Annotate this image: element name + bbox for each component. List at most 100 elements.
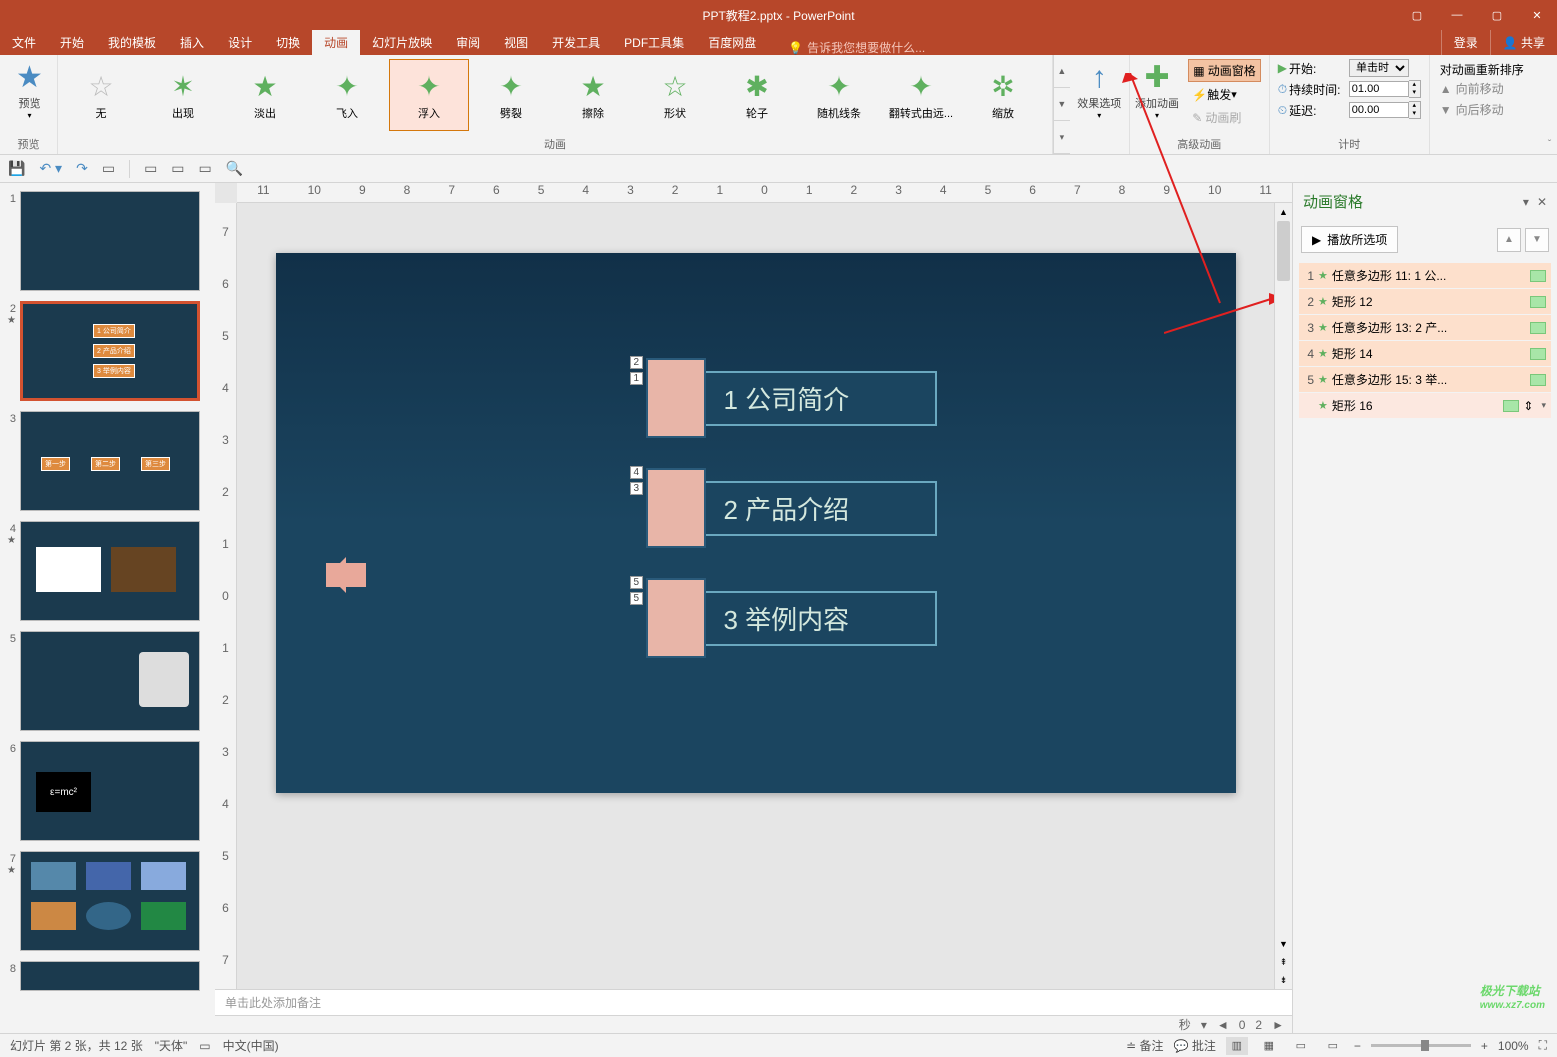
pane-options-icon[interactable]: ▾ — [1523, 195, 1529, 209]
anim-flyin[interactable]: ✦飞入 — [307, 59, 387, 131]
tab-baidu[interactable]: 百度网盘 — [696, 30, 768, 55]
tab-home[interactable]: 开始 — [48, 30, 96, 55]
minimize-icon[interactable]: — — [1437, 0, 1477, 30]
arrow-shape[interactable] — [326, 563, 366, 587]
tab-templates[interactable]: 我的模板 — [96, 30, 168, 55]
anim-entry-5[interactable]: 5★任意多边形 15: 3 举... — [1299, 367, 1551, 392]
window-controls: ▢ — ▢ ✕ — [1397, 0, 1557, 30]
save-icon[interactable]: 💾 — [8, 160, 25, 177]
language-indicator[interactable]: 中文(中国) — [223, 1037, 279, 1054]
tab-slideshow[interactable]: 幻灯片放映 — [360, 30, 444, 55]
play-selected-button[interactable]: ▶播放所选项 — [1301, 226, 1398, 253]
animation-painter-button[interactable]: ✎ 动画刷 — [1188, 107, 1260, 128]
add-animation-button[interactable]: ✚ 添加动画 ▾ — [1132, 57, 1183, 135]
zoom-in-icon[interactable]: + — [1481, 1039, 1488, 1053]
anim-split[interactable]: ✦劈裂 — [471, 59, 551, 131]
maximize-icon[interactable]: ▢ — [1477, 0, 1517, 30]
redo-icon[interactable]: ↷ — [76, 160, 88, 177]
login-button[interactable]: 登录 — [1441, 30, 1490, 55]
accessibility-icon[interactable]: ▭ — [199, 1039, 210, 1053]
add-anim-icon: ✚ — [1144, 63, 1169, 93]
delay-input[interactable] — [1349, 102, 1409, 118]
thumb-4[interactable] — [20, 521, 200, 621]
anim-appear[interactable]: ✶出现 — [143, 59, 223, 131]
move-up-button[interactable]: ▲ — [1497, 228, 1521, 252]
tab-pdf[interactable]: PDF工具集 — [612, 30, 696, 55]
tab-review[interactable]: 审阅 — [444, 30, 492, 55]
preview-button[interactable]: ★ 预览 ▾ — [2, 57, 57, 120]
anim-none[interactable]: ☆无 — [61, 59, 141, 131]
tab-developer[interactable]: 开发工具 — [540, 30, 612, 55]
move-down-button[interactable]: ▼ — [1525, 228, 1549, 252]
delay-spinner[interactable]: ▴▾ — [1409, 101, 1421, 119]
notes-pane[interactable]: 单击此处添加备注 — [215, 989, 1292, 1015]
tab-view[interactable]: 视图 — [492, 30, 540, 55]
tab-transitions[interactable]: 切换 — [264, 30, 312, 55]
qat-btn-4[interactable]: 🔍 — [226, 160, 243, 177]
zoom-value[interactable]: 100% — [1498, 1039, 1529, 1053]
anim-floatin[interactable]: ✦浮入 — [389, 59, 469, 131]
bullet-row-1[interactable]: 21 1 公司简介 — [646, 358, 937, 438]
bullet-row-2[interactable]: 43 2 产品介绍 — [646, 468, 937, 548]
anim-random[interactable]: ✦随机线条 — [799, 59, 879, 131]
fit-window-icon[interactable]: ⛶ — [1539, 1038, 1547, 1053]
slideshow-view-icon[interactable]: ▭ — [1322, 1037, 1344, 1055]
thumb-2[interactable]: 1 公司简介2 产品介绍3 举例内容 — [20, 301, 200, 401]
qat-btn-2[interactable]: ▭ — [171, 160, 184, 177]
thumb-7[interactable] — [20, 851, 200, 951]
zoom-out-icon[interactable]: − — [1354, 1039, 1361, 1053]
qat-btn-1[interactable]: ▭ — [144, 160, 157, 177]
tab-insert[interactable]: 插入 — [168, 30, 216, 55]
undo-icon[interactable]: ↶ ▾ — [39, 160, 62, 177]
thumb-6[interactable]: ε=mc² — [20, 741, 200, 841]
sorter-view-icon[interactable]: ▦ — [1258, 1037, 1280, 1055]
duration-input[interactable] — [1349, 81, 1409, 97]
normal-view-icon[interactable]: ▥ — [1226, 1037, 1248, 1055]
anim-entry-2[interactable]: 2★矩形 12 — [1299, 289, 1551, 314]
tab-design[interactable]: 设计 — [216, 30, 264, 55]
trigger-button[interactable]: ⚡触发 ▾ — [1188, 84, 1260, 105]
collapse-ribbon-icon[interactable]: ˇ — [1542, 55, 1557, 154]
dropdown-icon[interactable]: ▾ — [1541, 400, 1546, 411]
bullet-row-3[interactable]: 55 3 举例内容 — [646, 578, 937, 658]
thumb-3[interactable]: 第一步第二步第三步 — [20, 411, 200, 511]
effect-options-button[interactable]: ↑ 效果选项 ▾ — [1072, 57, 1127, 120]
anim-fade[interactable]: ★淡出 — [225, 59, 305, 131]
reading-view-icon[interactable]: ▭ — [1290, 1037, 1312, 1055]
anim-entry-4[interactable]: 4★矩形 14 — [1299, 341, 1551, 366]
notes-toggle[interactable]: ≐ 备注 — [1126, 1037, 1163, 1054]
move-before-button[interactable]: ▲向前移动 — [1440, 78, 1532, 99]
thumb-8[interactable] — [20, 961, 200, 991]
anim-wipe[interactable]: ★擦除 — [553, 59, 633, 131]
slide[interactable]: 21 1 公司简介 43 2 产品介绍 55 3 举例内容 — [276, 253, 1236, 793]
duration-spinner[interactable]: ▴▾ — [1409, 80, 1421, 98]
pane-close-icon[interactable]: ✕ — [1537, 195, 1547, 209]
start-select[interactable]: 单击时 — [1349, 59, 1409, 77]
resize-icon[interactable]: ⇕ — [1523, 399, 1533, 413]
slideshow-icon[interactable]: ▭ — [102, 160, 115, 177]
thumb-5[interactable] — [20, 631, 200, 731]
move-after-button[interactable]: ▼向后移动 — [1440, 99, 1532, 120]
anim-entry-1[interactable]: 1★任意多边形 11: 1 公... — [1299, 263, 1551, 288]
tell-me-input[interactable] — [807, 41, 947, 55]
anim-flip[interactable]: ✦翻转式由远... — [881, 59, 961, 131]
anim-entry-6[interactable]: ★矩形 16⇕▾ — [1299, 393, 1551, 418]
anim-zoom[interactable]: ✲缩放 — [963, 59, 1043, 131]
comments-toggle[interactable]: 💬 批注 — [1174, 1037, 1216, 1054]
gallery-scroll[interactable]: ▲▼▾ — [1053, 55, 1070, 154]
close-icon[interactable]: ✕ — [1517, 0, 1557, 30]
anim-entry-3[interactable]: 3★任意多边形 13: 2 产... — [1299, 315, 1551, 340]
anim-wheel[interactable]: ✱轮子 — [717, 59, 797, 131]
ribbon-options-icon[interactable]: ▢ — [1397, 0, 1437, 30]
tab-animations[interactable]: 动画 — [312, 30, 360, 55]
qat-btn-3[interactable]: ▭ — [199, 160, 212, 177]
thumb-1[interactable] — [20, 191, 200, 291]
slide-canvas[interactable]: 21 1 公司简介 43 2 产品介绍 55 3 举例内容 — [237, 203, 1274, 989]
anim-shape[interactable]: ☆形状 — [635, 59, 715, 131]
vertical-scrollbar[interactable]: ▲ ▼ ⇞ ⇟ — [1274, 203, 1292, 989]
tell-me[interactable]: 💡 — [778, 41, 957, 55]
animation-pane-button[interactable]: ▦ 动画窗格 — [1188, 59, 1260, 82]
share-button[interactable]: 👤 共享 — [1490, 30, 1557, 55]
zoom-slider[interactable] — [1371, 1044, 1471, 1047]
tab-file[interactable]: 文件 — [0, 30, 48, 55]
